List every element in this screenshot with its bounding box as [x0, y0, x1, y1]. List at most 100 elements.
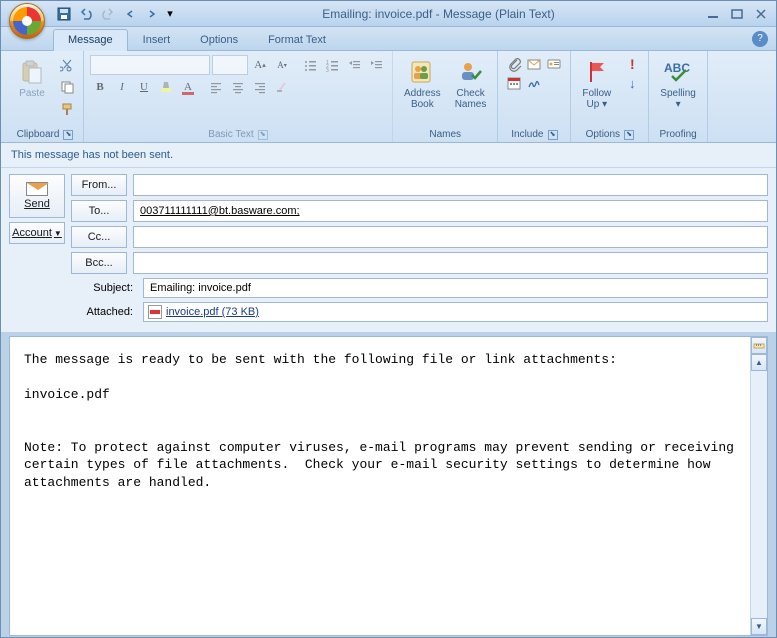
cc-button[interactable]: Cc... [71, 226, 127, 248]
include-dialog-launcher[interactable]: ⬊ [548, 130, 558, 140]
window-title: Emailing: invoice.pdf - Message (Plain T… [175, 7, 702, 21]
spelling-icon: ABC [664, 58, 692, 86]
account-button[interactable]: Account▼ [9, 222, 65, 244]
office-button[interactable] [9, 3, 45, 39]
follow-up-button[interactable]: Follow Up ▾ [577, 55, 616, 113]
low-importance-icon[interactable]: ↓ [622, 74, 642, 92]
font-size-combo[interactable] [212, 55, 248, 75]
scroll-up-button[interactable]: ▲ [751, 354, 767, 371]
cc-field[interactable] [133, 226, 768, 248]
options-label: Options [586, 129, 620, 140]
calendar-icon[interactable] [504, 74, 524, 92]
outdent-icon[interactable] [344, 55, 364, 75]
tab-insert[interactable]: Insert [128, 29, 186, 50]
group-clipboard: Paste Clipboard⬊ [7, 51, 84, 142]
include-label: Include [511, 129, 543, 140]
compose-area: Send Account▼ From... To... Cc... Bcc...… [1, 168, 776, 332]
cut-icon[interactable] [57, 55, 77, 75]
basic-text-dialog-launcher[interactable]: ⬊ [258, 130, 268, 140]
spelling-button[interactable]: ABC Spelling ▾ [655, 55, 701, 113]
subject-label: Subject: [81, 282, 137, 294]
group-proofing: ABC Spelling ▾ Proofing [649, 51, 708, 142]
attached-label: Attached: [81, 306, 137, 318]
pdf-icon [148, 305, 162, 319]
tab-message[interactable]: Message [53, 29, 128, 50]
from-button[interactable]: From... [71, 174, 127, 196]
tab-options[interactable]: Options [185, 29, 253, 50]
underline-icon[interactable]: U [134, 77, 154, 97]
send-button[interactable]: Send [9, 174, 65, 218]
tab-format-text[interactable]: Format Text [253, 29, 341, 50]
envelope-icon [26, 182, 48, 196]
copy-icon[interactable] [57, 77, 77, 97]
group-basic-text: A▴ A▾ 123 B I U A Basic Text ⬊ [84, 51, 393, 142]
font-family-combo[interactable] [90, 55, 210, 75]
qat-dropdown-icon[interactable]: ▾ [165, 5, 175, 23]
message-body-container: The message is ready to be sent with the… [9, 336, 768, 636]
ribbon-tabs: Message Insert Options Format Text ? [1, 27, 776, 51]
bold-icon[interactable]: B [90, 77, 110, 97]
attachment-link[interactable]: invoice.pdf (73 KB) [166, 306, 259, 318]
scrollbar: ▲ ▼ [750, 337, 767, 635]
to-field[interactable] [133, 200, 768, 222]
subject-field[interactable] [143, 278, 768, 298]
close-button[interactable] [750, 6, 772, 22]
group-include: Include ⬊ [498, 51, 571, 142]
bcc-field[interactable] [133, 252, 768, 274]
business-card-icon[interactable] [544, 55, 564, 73]
names-label: Names [429, 129, 461, 140]
shrink-font-icon[interactable]: A▾ [272, 55, 292, 75]
proofing-label: Proofing [659, 129, 696, 140]
qat-prev-icon[interactable] [121, 5, 139, 23]
paste-button[interactable]: Paste [13, 55, 51, 102]
align-center-icon[interactable] [228, 77, 248, 97]
italic-icon[interactable]: I [112, 77, 132, 97]
attach-file-icon[interactable] [504, 55, 524, 73]
help-icon[interactable]: ? [752, 31, 768, 47]
titlebar: ▾ Emailing: invoice.pdf - Message (Plain… [1, 1, 776, 27]
align-right-icon[interactable] [250, 77, 270, 97]
numbering-icon[interactable]: 123 [322, 55, 342, 75]
minimize-button[interactable] [702, 6, 724, 22]
svg-text:ABC: ABC [664, 61, 690, 75]
signature-icon[interactable] [524, 74, 544, 92]
group-options: Follow Up ▾ ! ↓ Options ⬊ [571, 51, 649, 142]
check-names-icon [457, 58, 485, 86]
check-names-button[interactable]: Check Names [450, 55, 492, 113]
bullets-icon[interactable] [300, 55, 320, 75]
redo-icon[interactable] [99, 5, 117, 23]
high-importance-icon[interactable]: ! [622, 55, 642, 73]
grow-font-icon[interactable]: A▴ [250, 55, 270, 75]
indent-icon[interactable] [366, 55, 386, 75]
ribbon: Paste Clipboard⬊ A▴ A▾ 123 [1, 51, 776, 143]
save-icon[interactable] [55, 5, 73, 23]
options-dialog-launcher[interactable]: ⬊ [624, 130, 634, 140]
clipboard-label: Clipboard [17, 129, 60, 140]
quick-access-toolbar: ▾ [55, 5, 175, 23]
attachment-box[interactable]: invoice.pdf (73 KB) [143, 302, 768, 322]
group-names: Address Book Check Names Names [393, 51, 498, 142]
scroll-down-button[interactable]: ▼ [751, 618, 767, 635]
to-button[interactable]: To... [71, 200, 127, 222]
basic-text-label: Basic Text [208, 129, 253, 140]
message-body[interactable]: The message is ready to be sent with the… [10, 337, 750, 635]
undo-icon[interactable] [77, 5, 95, 23]
bcc-button[interactable]: Bcc... [71, 252, 127, 274]
font-color-icon[interactable]: A [178, 77, 198, 97]
flag-icon [583, 58, 611, 86]
attach-item-icon[interactable] [524, 55, 544, 73]
maximize-button[interactable] [726, 6, 748, 22]
clipboard-dialog-launcher[interactable]: ⬊ [63, 130, 73, 140]
svg-text:3: 3 [326, 68, 329, 72]
format-painter-icon[interactable] [57, 99, 77, 119]
address-book-button[interactable]: Address Book [399, 55, 446, 113]
paste-icon [18, 58, 46, 86]
ruler-toggle-icon[interactable] [751, 337, 767, 354]
info-bar: This message has not been sent. [1, 143, 776, 168]
clear-formatting-icon[interactable] [272, 77, 292, 97]
align-left-icon[interactable] [206, 77, 226, 97]
qat-next-icon[interactable] [143, 5, 161, 23]
from-field[interactable] [133, 174, 768, 196]
highlight-icon[interactable] [156, 77, 176, 97]
scroll-track[interactable] [751, 371, 767, 618]
